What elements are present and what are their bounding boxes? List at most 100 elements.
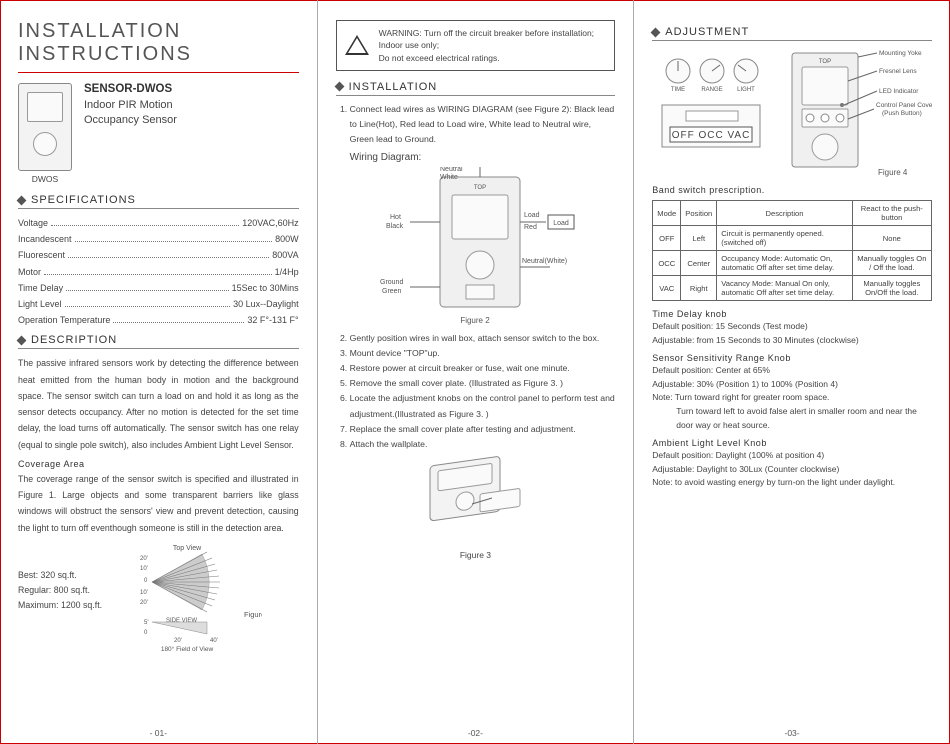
product-sub2: Occupancy Sensor <box>84 113 177 128</box>
svg-text:Figure 2: Figure 2 <box>461 316 491 325</box>
fig4-right: TOP Mounting Yoke Fresnel Lens LED Indic… <box>782 47 932 179</box>
figure-2: TOP Neutral White Hot Black Load Red Loa… <box>370 167 580 327</box>
step-2: Gently position wires in wall box, attac… <box>350 331 616 346</box>
rule <box>652 40 932 41</box>
spec-row: Time Delay15Sec to 30Mins <box>18 280 299 296</box>
range-knob-head: Sensor Sensitivity Range Knob <box>652 353 932 363</box>
svg-text:TOP: TOP <box>819 59 831 65</box>
svg-text:White: White <box>440 174 458 181</box>
column-3: ADJUSTMENT TIME RANGE <box>633 0 950 744</box>
rule <box>18 208 299 209</box>
svg-text:Neutral(White): Neutral(White) <box>522 258 567 265</box>
svg-text:LIGHT: LIGHT <box>737 87 755 93</box>
figure-1: Top View 20' 10' 0 10' 20' <box>112 542 299 654</box>
section-specifications: SPECIFICATIONS <box>18 194 299 206</box>
install-steps-cont: Gently position wires in wall box, attac… <box>336 331 616 453</box>
step-3: Mount device "TOP"up. <box>350 346 616 361</box>
svg-text:Neutral: Neutral <box>440 167 463 173</box>
column-2: WARNING: Turn off the circuit breaker be… <box>317 0 634 744</box>
table-row: OCC Center Occupancy Mode: Automatic On,… <box>653 251 932 276</box>
svg-text:Black: Black <box>386 223 404 230</box>
svg-text:5': 5' <box>144 620 148 626</box>
step-1: Connect lead wires as WIRING DIAGRAM (se… <box>350 102 616 148</box>
svg-text:180° Field of View: 180° Field of View <box>161 645 214 652</box>
document-page: INSTALLATION INSTRUCTIONS DWOS SENSOR-DW… <box>0 0 950 744</box>
svg-text:Green: Green <box>382 288 402 295</box>
install-steps: Connect lead wires as WIRING DIAGRAM (se… <box>336 102 616 148</box>
section-label: DESCRIPTION <box>31 334 117 346</box>
fig4-knobs: TIME RANGE LIGHT OFF OCC V <box>652 47 772 167</box>
spec-row: Motor1/4Hp <box>18 264 299 280</box>
product-name: SENSOR-DWOS <box>84 83 177 95</box>
coverage-text: The coverage range of the sensor switch … <box>18 471 299 536</box>
product-title-block: SENSOR-DWOS Indoor PIR Motion Occupancy … <box>84 83 177 129</box>
section-adjustment: ADJUSTMENT <box>652 26 932 38</box>
svg-text:10': 10' <box>140 566 148 572</box>
product-header: DWOS SENSOR-DWOS Indoor PIR Motion Occup… <box>18 83 299 184</box>
top-view-label: Top View <box>173 545 202 552</box>
svg-text:20': 20' <box>140 556 148 562</box>
warning-box: WARNING: Turn off the circuit breaker be… <box>336 20 616 71</box>
spec-row: Operation Temperature32 F°-131 F° <box>18 312 299 328</box>
band-switch-head: Band switch prescription. <box>652 185 932 195</box>
svg-text:0: 0 <box>144 630 148 636</box>
section-label: INSTALLATION <box>349 81 438 93</box>
column-1: INSTALLATION INSTRUCTIONS DWOS SENSOR-DW… <box>0 0 317 744</box>
diamond-icon <box>651 27 661 37</box>
page-number: -03- <box>634 728 950 738</box>
table-header-row: Mode Position Description React to the p… <box>653 201 932 226</box>
page-number: -02- <box>318 728 634 738</box>
wiring-label: Wiring Diagram: <box>350 152 616 163</box>
svg-text:Figure 1: Figure 1 <box>244 610 262 619</box>
time-knob-head: Time Delay knob <box>652 309 932 319</box>
band-table: Mode Position Description React to the p… <box>652 200 932 301</box>
cov-best: Best: 320 sq.ft. <box>18 568 102 583</box>
product-image <box>18 83 72 171</box>
warning-text: WARNING: Turn off the circuit breaker be… <box>379 27 594 64</box>
svg-text:Figure 4: Figure 4 <box>878 168 908 177</box>
diamond-icon <box>334 82 344 92</box>
fig3-caption: Figure 3 <box>336 550 616 560</box>
coverage-head: Coverage Area <box>18 459 299 469</box>
spec-row: Light Level30 Lux--Daylight <box>18 296 299 312</box>
table-row: VAC Right Vacancy Mode: Manual On only, … <box>653 276 932 301</box>
svg-text:LED Indicator: LED Indicator <box>879 88 919 95</box>
table-row: OFF Left Circuit is permanently opened. … <box>653 226 932 251</box>
rule <box>336 95 616 96</box>
description-text: The passive infrared sensors work by det… <box>18 355 299 453</box>
product-sub1: Indoor PIR Motion <box>84 98 177 113</box>
coverage-specs: Best: 320 sq.ft. Regular: 800 sq.ft. Max… <box>18 568 102 654</box>
svg-text:Red: Red <box>524 224 537 231</box>
diamond-icon <box>17 195 27 205</box>
step-4: Restore power at circuit breaker or fuse… <box>350 361 616 376</box>
figure-3 <box>400 456 550 546</box>
doc-title: INSTALLATION INSTRUCTIONS <box>18 20 299 66</box>
svg-text:TIME: TIME <box>671 87 685 93</box>
svg-text:40': 40' <box>210 638 218 644</box>
step-5: Remove the small cover plate. (Illustrat… <box>350 376 616 391</box>
page-number: - 01- <box>0 728 317 738</box>
svg-text:Hot: Hot <box>390 214 401 221</box>
spec-list: Voltage120VAC,60Hz Incandescent800W Fluo… <box>18 215 299 328</box>
coverage-svg: Top View 20' 10' 0 10' 20' <box>112 542 262 652</box>
step-6: Locate the adjustment knobs on the contr… <box>350 391 616 421</box>
svg-text:Ground: Ground <box>380 279 403 286</box>
warning-icon <box>345 35 369 55</box>
section-label: ADJUSTMENT <box>665 26 749 38</box>
svg-text:0: 0 <box>144 578 148 584</box>
svg-text:Mounting Yoke: Mounting Yoke <box>879 50 922 57</box>
product-model: DWOS <box>18 174 72 184</box>
step-7: Replace the small cover plate after test… <box>350 422 616 437</box>
fig4-device: TOP Mounting Yoke Fresnel Lens LED Indic… <box>782 47 932 177</box>
svg-text:10': 10' <box>140 590 148 596</box>
section-description: DESCRIPTION <box>18 334 299 346</box>
fig4-left: TIME RANGE LIGHT OFF OCC V <box>652 47 774 169</box>
svg-text:20': 20' <box>174 638 182 644</box>
section-label: SPECIFICATIONS <box>31 194 136 206</box>
coverage-block: Best: 320 sq.ft. Regular: 800 sq.ft. Max… <box>18 542 299 654</box>
step-8: Attach the wallplate. <box>350 437 616 452</box>
diamond-icon <box>17 335 27 345</box>
svg-text:Fresnel Lens: Fresnel Lens <box>879 68 917 75</box>
svg-text:20': 20' <box>140 600 148 606</box>
spec-row: Incandescent800W <box>18 231 299 247</box>
